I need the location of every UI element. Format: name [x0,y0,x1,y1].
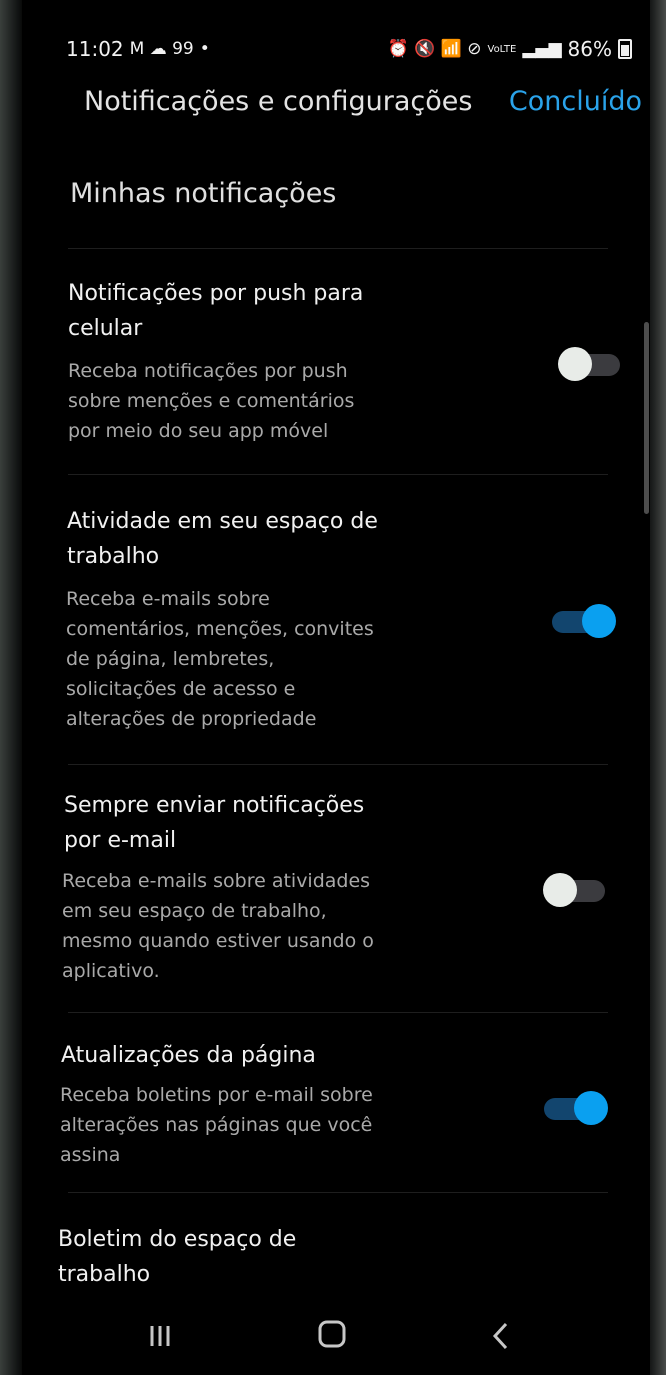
toggle-knob [558,347,592,381]
desc-line: Receba e-mails sobre atividades [62,870,371,892]
recents-icon[interactable] [140,1316,180,1356]
desc-line: mesmo quando estiver usando o [62,930,374,952]
always-email-toggle[interactable] [543,873,607,907]
setting-title: Sempre enviar notificações por e-mail [64,788,364,858]
setting-title: Atividade em seu espaço de trabalho [67,504,378,574]
desc-line: solicitações de acesso e [66,678,296,700]
title-line: Notificações por push para [68,281,364,306]
back-icon[interactable] [482,1316,522,1356]
status-left: 11:02 M ☁ 99 • [66,37,210,61]
setting-title: Atualizações da página [61,1038,316,1073]
status-right: ⏰ 🔇 📶 ⊘ VoLTE ▂▄▆ 86% [388,37,632,61]
status-bar: 11:02 M ☁ 99 • ⏰ 🔇 📶 ⊘ VoLTE ▂▄▆ 86% [44,34,644,64]
workspace-activity-toggle[interactable] [548,604,616,638]
back-icon-svg [492,1322,508,1350]
system-status-icons: ⏰ 🔇 📶 ⊘ [387,39,482,59]
setting-description: Receba e-mails sobre comentários, mençõe… [66,584,374,734]
divider [68,248,608,249]
desc-line: aplicativo. [62,960,160,982]
page-updates-toggle[interactable] [540,1091,608,1125]
divider [68,1192,608,1193]
system-nav-bar [0,1300,666,1375]
section-title: Minhas notificações [70,178,337,209]
desc-line: Receba boletins por e-mail sobre [60,1084,373,1106]
status-time: 11:02 [66,37,124,61]
divider [68,1012,608,1013]
desc-line: comentários, menções, convites [66,618,374,640]
toggle-knob [582,604,616,638]
scrollbar[interactable] [644,322,649,514]
setting-description: Receba e-mails sobre atividades em seu e… [62,866,374,986]
toggle-knob [574,1091,608,1125]
divider [68,474,608,475]
title-line: Atividade em seu espaço de [67,509,378,534]
title-line: Sempre enviar notificações [64,793,365,818]
desc-line: alterações nas páginas que você [60,1114,373,1136]
notification-icons: M ☁ 99 [129,39,194,59]
setting-description: Receba boletins por e-mail sobre alteraç… [60,1080,373,1170]
done-button[interactable]: Concluído [509,86,642,117]
volte-icon: VoLTE [487,43,517,55]
title-line: trabalho [67,544,160,569]
setting-description: Receba notificações por push sobre mençõ… [68,356,354,446]
app-header: Notificações e configurações Concluído [84,82,654,132]
desc-line: sobre menções e comentários [68,390,355,412]
battery-icon [618,39,632,59]
title-line: por e-mail [64,828,177,853]
home-icon[interactable] [312,1314,352,1354]
push-notifications-toggle[interactable] [558,347,622,381]
desc-line: por meio do seu app móvel [68,420,329,442]
desc-line: Receba notificações por push [68,360,348,382]
title-line: Boletim do espaço de [58,1227,297,1252]
desc-line: Receba e-mails sobre [66,588,270,610]
page-title: Notificações e configurações [84,86,473,117]
desc-line: de página, lembretes, [66,648,275,670]
setting-title: Notificações por push para celular [68,276,363,346]
title-line: trabalho [58,1262,151,1287]
signal-icon: ▂▄▆ [522,39,562,59]
recents-icon-svg [150,1326,170,1346]
setting-title: Boletim do espaço de trabalho [58,1222,296,1292]
phone-frame: 11:02 M ☁ 99 • ⏰ 🔇 📶 ⊘ VoLTE ▂▄▆ 86% Not… [0,0,666,1375]
toggle-knob [543,873,577,907]
divider [68,764,608,765]
dot-icon: • [199,39,210,59]
title-line: celular [68,316,143,341]
home-icon-svg [318,1320,346,1348]
desc-line: em seu espaço de trabalho, [62,900,327,922]
desc-line: assina [60,1144,121,1166]
title-line: Atualizações da página [61,1043,316,1068]
battery-percent: 86% [567,37,612,61]
desc-line: alterações de propriedade [66,708,317,730]
